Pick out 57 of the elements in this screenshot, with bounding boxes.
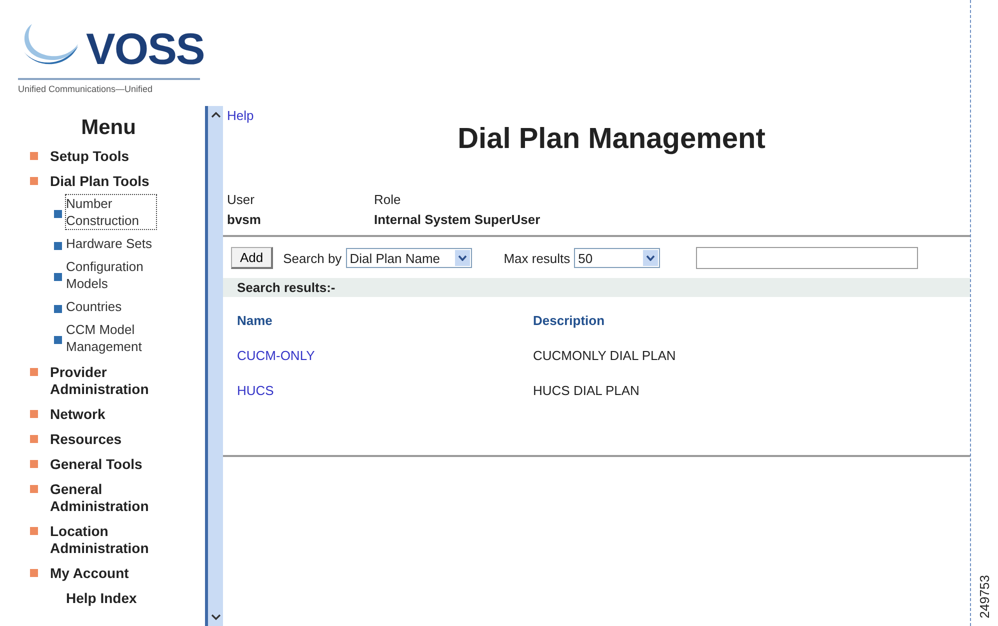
bullet-icon: [30, 569, 38, 577]
bullet-icon: [54, 304, 62, 312]
max-results-label: Max results: [504, 250, 570, 266]
bullet-icon: [30, 177, 38, 185]
submenu-item[interactable]: Number Construction: [65, 194, 157, 230]
search-by-label: Search by: [283, 250, 342, 266]
search-by-dropdown[interactable]: Dial Plan Name: [346, 248, 472, 268]
logo-tagline: Unified Communications—Unified: [18, 84, 153, 94]
menu-item[interactable]: Network: [50, 406, 160, 423]
bullet-icon: [30, 152, 38, 160]
bullet-icon: [30, 368, 38, 376]
bullet-icon: [30, 460, 38, 468]
submenu-item[interactable]: Countries: [65, 297, 157, 316]
user-value: bvsm: [227, 212, 262, 227]
column-header: Name: [237, 313, 274, 328]
max-results-dropdown[interactable]: 50: [574, 248, 660, 268]
user-label: User: [227, 192, 256, 207]
help-index-link[interactable]: Help Index: [0, 590, 205, 606]
menu-item[interactable]: Setup Tools: [50, 148, 160, 165]
bullet-icon: [30, 485, 38, 493]
figure-number: 249753: [977, 574, 992, 618]
results-label: Search results:-: [237, 280, 336, 295]
search-field[interactable]: [696, 247, 918, 269]
help-link[interactable]: Help: [223, 108, 970, 123]
table-cell: HUCS DIAL PLAN: [533, 383, 640, 398]
submenu-item[interactable]: Hardware Sets: [65, 234, 157, 253]
chevron-down-icon[interactable]: [458, 255, 467, 261]
bullet-icon: [30, 527, 38, 535]
bullet-icon: [54, 210, 62, 218]
bullet-icon: [30, 410, 38, 418]
menu-item[interactable]: General Administration: [50, 481, 160, 515]
role-value: Internal System SuperUser: [374, 212, 540, 227]
bullet-icon: [54, 336, 62, 344]
menu-item[interactable]: General Tools: [50, 456, 160, 473]
chevron-down-icon[interactable]: [646, 255, 656, 261]
menu-title: Menu: [80, 116, 137, 140]
page-title: Dial Plan Management: [456, 123, 766, 156]
submenu-item[interactable]: CCM Model Management: [65, 320, 157, 356]
role-label: Role: [374, 192, 402, 207]
menu-item[interactable]: Provider Administration: [50, 364, 160, 398]
menu-item[interactable]: Location Administration: [50, 523, 160, 557]
bullet-icon: [54, 242, 62, 250]
scroll-up-icon[interactable]: [210, 110, 222, 120]
bullet-icon: [30, 435, 38, 443]
menu-item[interactable]: Resources: [50, 431, 160, 448]
scroll-down-icon[interactable]: [210, 612, 222, 622]
scrollbar[interactable]: [205, 106, 223, 626]
add-button[interactable]: Add: [231, 247, 274, 269]
submenu-item[interactable]: Configuration Models: [65, 257, 157, 293]
logo-wordmark: VOSS: [86, 28, 204, 72]
column-header: Description: [533, 313, 605, 328]
table-cell: CUCMONLY DIAL PLAN: [533, 348, 676, 363]
menu-item[interactable]: My Account: [50, 565, 160, 582]
plan-name-link[interactable]: HUCS: [237, 383, 533, 398]
plan-name-link[interactable]: CUCM-ONLY: [237, 348, 533, 363]
bullet-icon: [54, 273, 62, 281]
menu-item[interactable]: Dial Plan Tools: [50, 173, 160, 190]
